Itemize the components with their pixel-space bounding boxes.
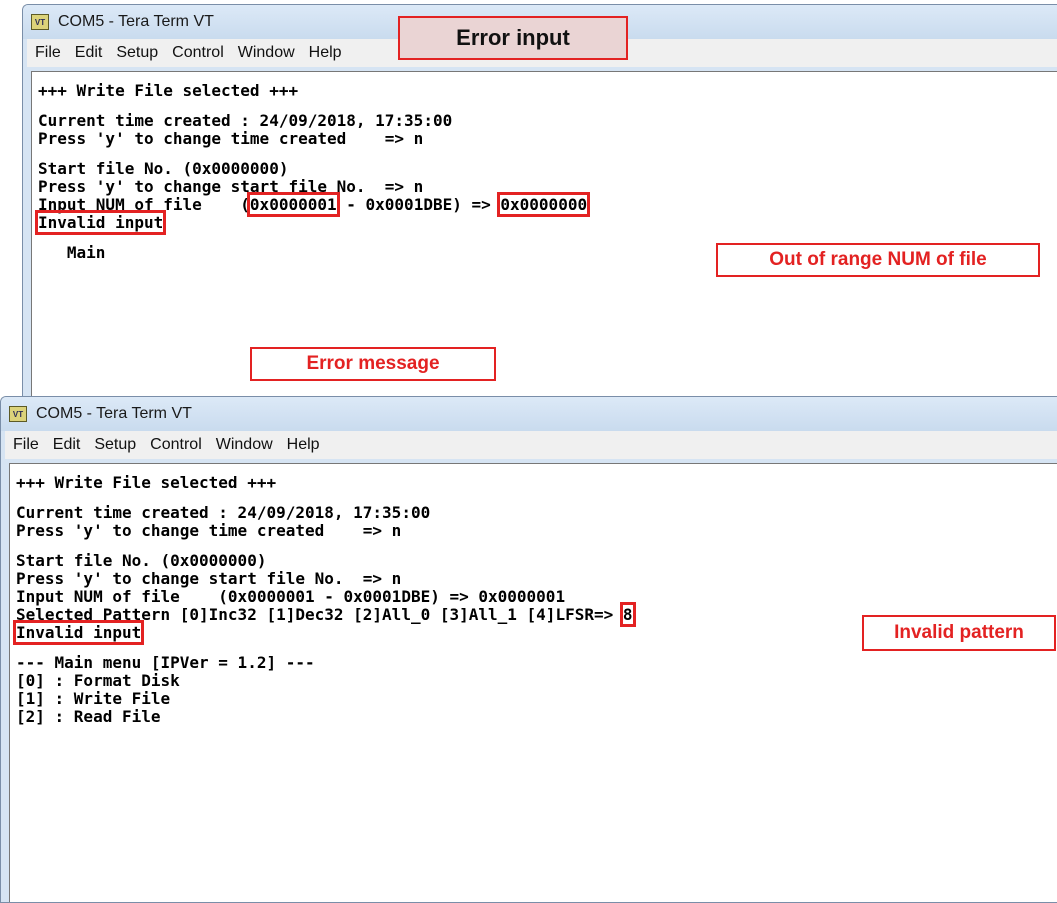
range-min-highlight: 0x0000001 xyxy=(246,192,340,217)
menu-window[interactable]: Window xyxy=(216,436,273,454)
menu-control[interactable]: Control xyxy=(172,44,224,62)
terminal-line: Press 'y' to change time created => n xyxy=(16,521,402,540)
window-title: COM5 - Tera Term VT xyxy=(58,13,214,30)
menu-help[interactable]: Help xyxy=(309,44,342,62)
menu-setup[interactable]: Setup xyxy=(94,436,136,454)
terminal-line-error: Invalid input xyxy=(34,210,1057,235)
teraterm-icon: VT xyxy=(9,406,27,422)
invalid-pattern-callout: Invalid pattern xyxy=(862,615,1056,651)
line-text: Input NUM of file ( xyxy=(38,195,250,214)
terminal-line: Start file No. (0x0000000) xyxy=(16,551,267,570)
terminal-line: --- Main menu [IPVer = 1.2] --- xyxy=(16,653,315,672)
pattern-value-highlight: 8 xyxy=(619,602,636,627)
terminal-output[interactable]: +++ Write File selected +++ Current time… xyxy=(9,463,1057,902)
menu-window[interactable]: Window xyxy=(238,44,295,62)
error-input-callout: Error input xyxy=(398,16,628,60)
terminal-line: +++ Write File selected +++ xyxy=(16,473,277,492)
menu-edit[interactable]: Edit xyxy=(53,436,81,454)
menu-help[interactable]: Help xyxy=(287,436,320,454)
teraterm-icon: VT xyxy=(31,14,49,30)
menu-file[interactable]: File xyxy=(13,436,39,454)
terminal-line: +++ Write File selected +++ xyxy=(38,81,299,100)
line-text: - 0x0001DBE) => xyxy=(336,195,501,214)
terminal-line: Input NUM of file (0x0000001 - 0x0001DBE… xyxy=(16,587,566,606)
line-text: Selected Pattern [0]Inc32 [1]Dec32 [2]Al… xyxy=(16,605,623,624)
terminal-line: Press 'y' to change time created => n xyxy=(38,129,424,148)
terminal-line: Current time created : 24/09/2018, 17:35… xyxy=(38,111,453,130)
menu-bar: File Edit Setup Control Window Help xyxy=(5,431,1057,459)
terminal-line: [2] : Read File xyxy=(16,707,161,726)
terminal-window-1: VT COM5 - Tera Term VT File Edit Setup C… xyxy=(22,4,1057,404)
terminal-line: Start file No. (0x0000000) xyxy=(38,159,289,178)
terminal-line: Current time created : 24/09/2018, 17:35… xyxy=(16,503,431,522)
entered-value-highlight: 0x0000000 xyxy=(497,192,591,217)
title-bar[interactable]: VT COM5 - Tera Term VT xyxy=(1,397,1057,431)
terminal-line: Press 'y' to change start file No. => n xyxy=(16,569,402,588)
terminal-line: [0] : Format Disk xyxy=(16,671,180,690)
menu-file[interactable]: File xyxy=(35,44,61,62)
terminal-line: Press 'y' to change start file No. => n xyxy=(38,177,424,196)
menu-control[interactable]: Control xyxy=(150,436,202,454)
invalid-input-highlight: Invalid input xyxy=(34,210,167,235)
window-title: COM5 - Tera Term VT xyxy=(36,405,192,422)
menu-setup[interactable]: Setup xyxy=(116,44,158,62)
error-message-callout: Error message xyxy=(250,347,496,381)
terminal-line-num-input: Input NUM of file (0x0000001 - 0x0001DBE… xyxy=(38,192,1057,217)
invalid-input-highlight: Invalid input xyxy=(12,620,145,645)
terminal-output[interactable]: +++ Write File selected +++ Current time… xyxy=(31,71,1057,403)
out-of-range-callout: Out of range NUM of file xyxy=(716,243,1040,277)
terminal-line: [1] : Write File xyxy=(16,689,171,708)
menu-edit[interactable]: Edit xyxy=(75,44,103,62)
